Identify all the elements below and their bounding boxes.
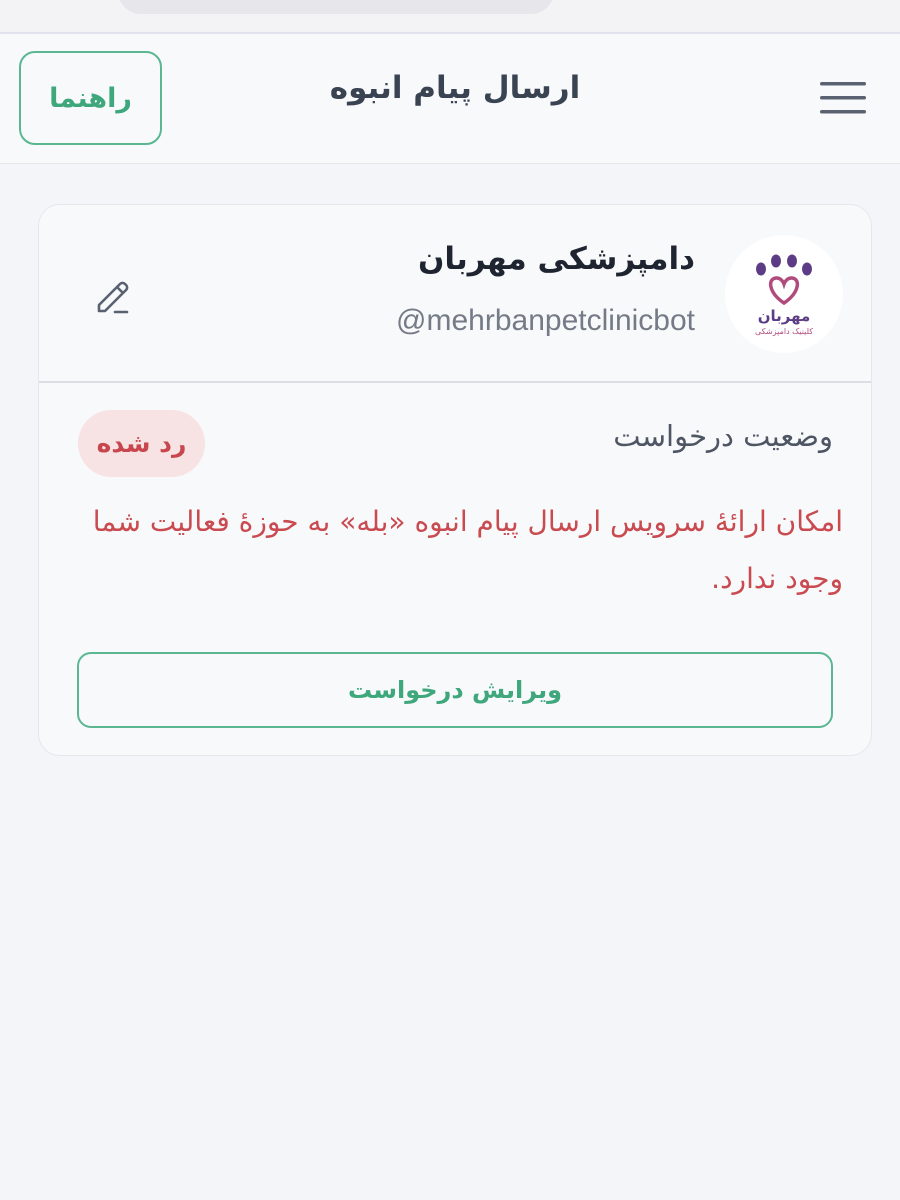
bot-name: دامپزشکی مهربان: [417, 241, 695, 277]
request-status-label: وضعیت درخواست: [613, 419, 833, 453]
edit-request-button[interactable]: ویرایش درخواست: [77, 652, 833, 728]
bot-username: @mehrbanpetclinicbot: [396, 304, 695, 337]
hamburger-menu-icon[interactable]: [818, 78, 870, 118]
rejection-message: امکان ارائهٔ سرویس ارسال پیام انبوه «بله…: [92, 505, 843, 595]
app-header: راهنما ارسال پیام انبوه: [0, 34, 900, 164]
top-handle: [118, 0, 554, 14]
logo-text: مهربان: [758, 307, 811, 325]
logo-subtext: کلینیک دامپزشکی: [755, 327, 813, 336]
bot-avatar: مهربان کلینیک دامپزشکی: [725, 235, 843, 353]
page-title: ارسال پیام انبوه: [329, 70, 581, 106]
help-button[interactable]: راهنما: [19, 51, 162, 145]
paw-heart-logo-icon: مهربان کلینیک دامپزشکی: [755, 254, 813, 336]
pencil-icon[interactable]: [91, 275, 133, 317]
status-badge: رد شده: [78, 410, 205, 477]
card-divider: [39, 381, 871, 383]
bulk-message-request-card: مهربان کلینیک دامپزشکی دامپزشکی مهربان @…: [38, 204, 872, 756]
